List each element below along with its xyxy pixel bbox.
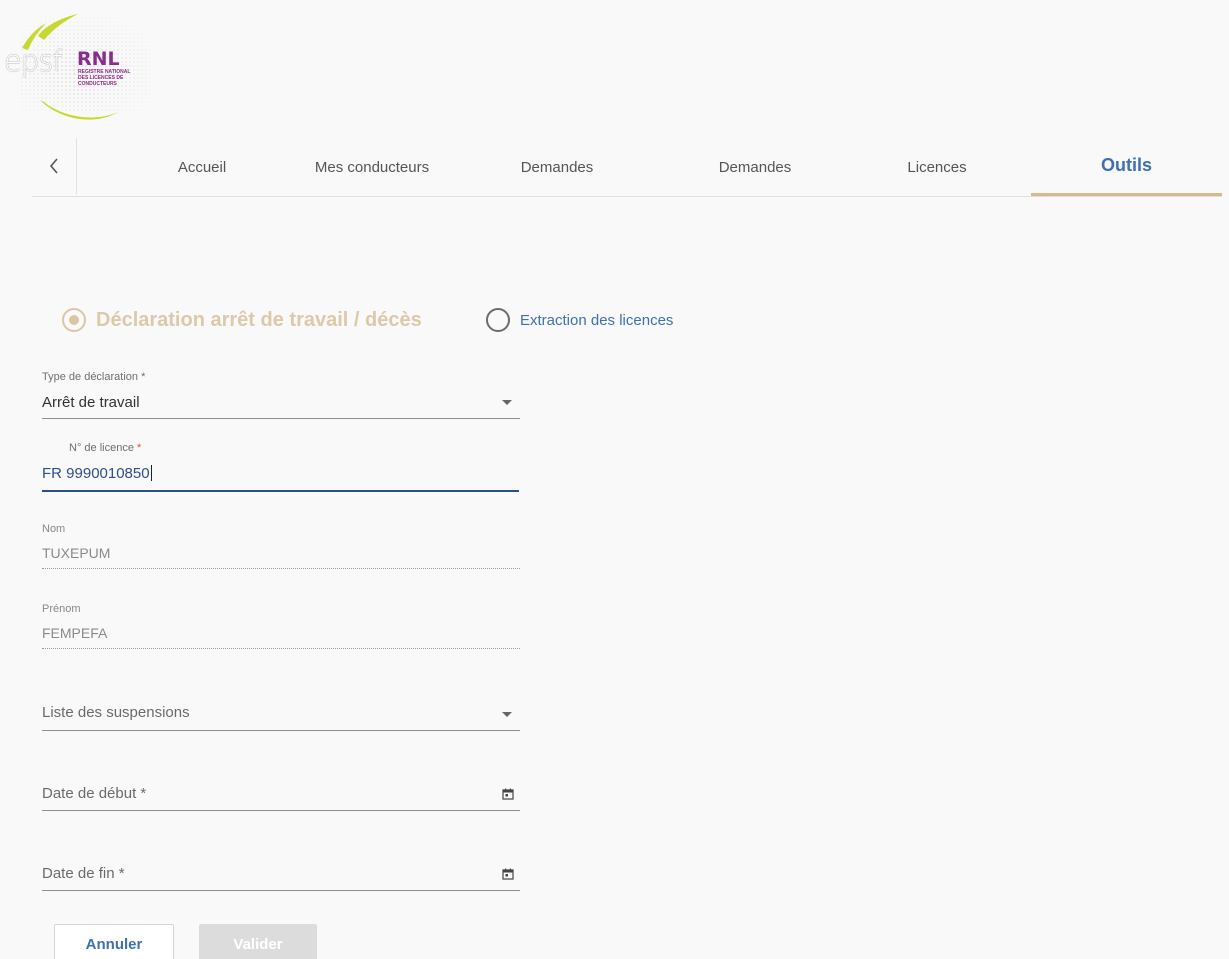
licence-number-field[interactable]: N° de licence * FR 9990010850	[42, 442, 520, 494]
radio-declaration[interactable]: Déclaration arrêt de travail / décès	[62, 308, 422, 332]
epsf-rnl-logo[interactable]: epsf RNL REGISTRE NATIONAL DES LICENCES …	[0, 8, 180, 128]
suspensions-placeholder: Liste des suspensions	[42, 704, 190, 721]
radio-extraction[interactable]: Extraction des licences	[486, 308, 673, 332]
radio-checked-icon	[62, 308, 86, 332]
start-date-placeholder: Date de début *	[42, 785, 147, 802]
tab-licences[interactable]: Licences	[862, 138, 1012, 196]
prenom-value: FEMPEFA	[42, 625, 108, 641]
tab-accueil[interactable]: Accueil	[132, 138, 272, 196]
suspensions-select[interactable]: Liste des suspensions	[42, 703, 520, 733]
calendar-icon[interactable]	[502, 788, 514, 800]
radio-extraction-label: Extraction des licences	[520, 311, 674, 329]
licence-number-label: N° de licence *	[69, 442, 141, 454]
start-date-field[interactable]: Date de début *	[42, 784, 520, 814]
rnl-subtitle-line: CONDUCTEURS	[78, 81, 117, 87]
calendar-icon[interactable]	[502, 868, 514, 880]
main-nav: Accueil Mes conducteurs Demandes Demande…	[32, 138, 1222, 197]
field-underline	[42, 810, 520, 811]
tab-mes-conducteurs[interactable]: Mes conducteurs	[287, 138, 457, 196]
end-date-field[interactable]: Date de fin *	[42, 864, 520, 894]
nom-label: Nom	[42, 523, 66, 535]
validate-button[interactable]: Valider	[199, 924, 317, 959]
licence-number-value[interactable]: FR 9990010850	[42, 465, 152, 482]
cancel-button[interactable]: Annuler	[54, 924, 174, 959]
prenom-field: Prénom FEMPEFA	[42, 603, 520, 653]
readonly-underline	[42, 648, 520, 649]
tab-demandes-2[interactable]: Demandes	[680, 138, 830, 196]
focused-underline	[42, 490, 519, 492]
type-declaration-value: Arrêt de travail	[42, 394, 140, 411]
field-underline	[42, 730, 520, 731]
tab-outils[interactable]: Outils	[1031, 138, 1222, 196]
chevron-left-icon	[49, 158, 58, 174]
licence-number-text: FR 9990010850	[42, 465, 150, 482]
type-declaration-select[interactable]: Type de déclaration * Arrêt de travail	[42, 371, 520, 421]
field-underline	[42, 890, 520, 891]
chevron-down-icon	[502, 400, 512, 405]
nom-field: Nom TUXEPUM	[42, 523, 520, 573]
type-declaration-label: Type de déclaration *	[42, 371, 146, 383]
chevron-down-icon	[502, 712, 512, 717]
required-mark: *	[137, 442, 142, 454]
end-date-placeholder: Date de fin *	[42, 865, 125, 882]
rnl-subtitle: REGISTRE NATIONAL DES LICENCES DE CONDUC…	[78, 69, 168, 87]
nom-value: TUXEPUM	[42, 545, 111, 561]
rnl-text: RNL	[77, 48, 120, 70]
tab-demandes[interactable]: Demandes	[482, 138, 632, 196]
epsf-text: epsf	[4, 44, 63, 78]
text-caret	[150, 465, 152, 481]
prenom-label: Prénom	[42, 603, 81, 615]
field-underline	[42, 418, 520, 419]
page: epsf RNL REGISTRE NATIONAL DES LICENCES …	[0, 0, 1229, 959]
radio-declaration-label: Déclaration arrêt de travail / décès	[96, 308, 422, 331]
readonly-underline	[42, 568, 520, 569]
radio-unchecked-icon	[486, 308, 510, 332]
nav-back-button[interactable]	[32, 138, 77, 194]
licence-number-label-text: N° de licence	[69, 442, 134, 454]
